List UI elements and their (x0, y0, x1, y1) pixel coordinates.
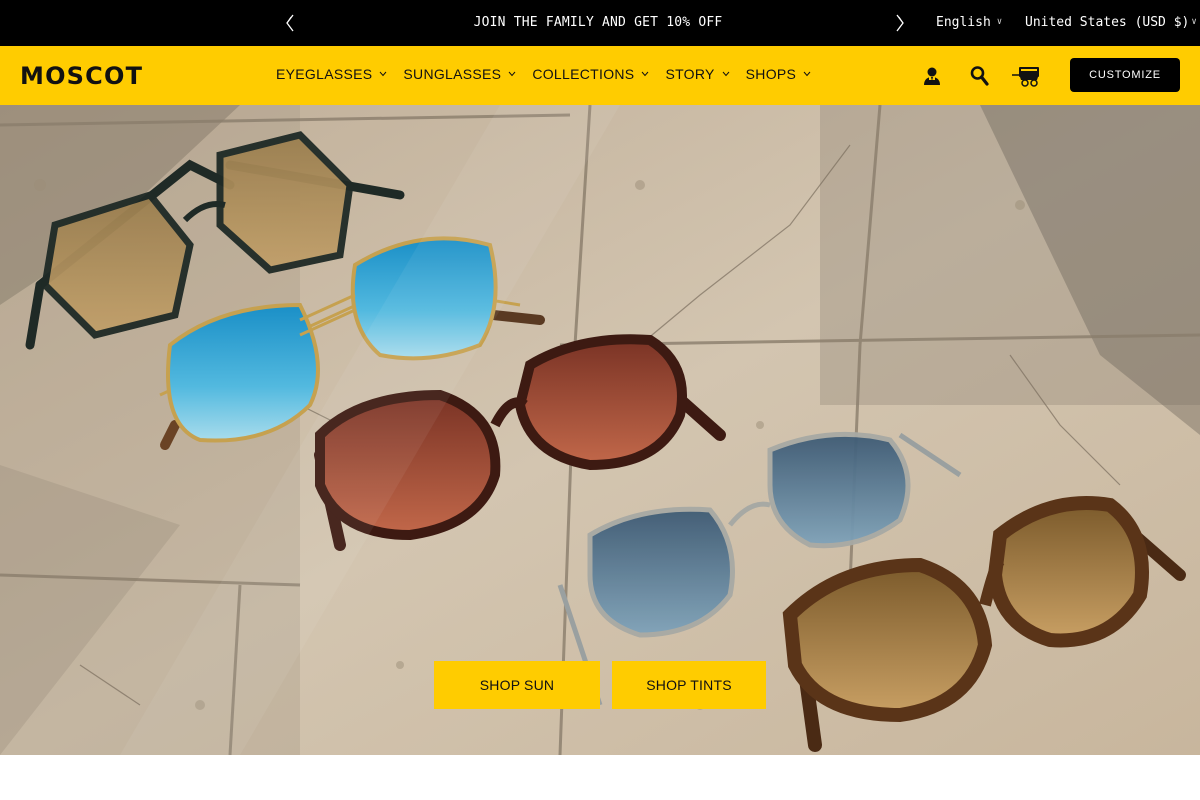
chevron-right-icon[interactable] (893, 13, 907, 33)
chevron-down-icon (642, 71, 649, 77)
account-icon[interactable] (920, 64, 944, 88)
page-content-start (0, 755, 1200, 800)
shop-tints-button[interactable]: SHOP TINTS (612, 661, 766, 709)
language-label: English (936, 15, 991, 30)
menu-item-label: SHOPS (745, 66, 797, 82)
cart-icon[interactable] (1010, 64, 1042, 88)
language-selector[interactable]: English ∨ (936, 15, 1002, 30)
chevron-left-icon[interactable] (283, 13, 297, 33)
country-selector[interactable]: United States (USD $) ∨ (1025, 15, 1197, 30)
chevron-down-icon (722, 71, 730, 77)
menu-item-shops[interactable]: SHOPS (746, 66, 812, 82)
search-icon[interactable] (968, 64, 992, 88)
menu-item-label: EYEGLASSES (276, 66, 373, 82)
menu-item-eyeglasses[interactable]: EYEGLASSES (276, 66, 387, 82)
hero-banner: SHOP SUN SHOP TINTS (0, 105, 1200, 755)
main-header: MOSCOT EYEGLASSES SUNGLASSES COLLECTIONS… (0, 46, 1200, 105)
brand-logo[interactable]: MOSCOT (20, 62, 143, 90)
menu-item-sunglasses[interactable]: SUNGLASSES (403, 66, 516, 82)
chevron-down-icon: ∨ (1191, 17, 1197, 27)
customize-button[interactable]: CUSTOMIZE (1070, 58, 1180, 92)
chevron-down-icon (803, 71, 811, 77)
hero-image (0, 105, 1200, 755)
menu-item-label: STORY (665, 66, 715, 82)
chevron-down-icon (508, 71, 516, 77)
chevron-down-icon: ∨ (996, 17, 1003, 27)
menu-item-label: COLLECTIONS (532, 66, 635, 82)
menu-item-collections[interactable]: COLLECTIONS (532, 66, 649, 82)
menu-item-label: SUNGLASSES (403, 66, 502, 82)
chevron-down-icon (380, 71, 387, 77)
announcement-message[interactable]: JOIN THE FAMILY AND GET 10% OFF (410, 15, 786, 30)
announcement-bar: JOIN THE FAMILY AND GET 10% OFF English ∨… (0, 0, 1200, 46)
main-menu: EYEGLASSES SUNGLASSES COLLECTIONS STORY … (276, 66, 811, 82)
country-label: United States (USD $) (1025, 15, 1190, 30)
menu-item-story[interactable]: STORY (665, 66, 730, 82)
shop-sun-button[interactable]: SHOP SUN (434, 661, 600, 709)
